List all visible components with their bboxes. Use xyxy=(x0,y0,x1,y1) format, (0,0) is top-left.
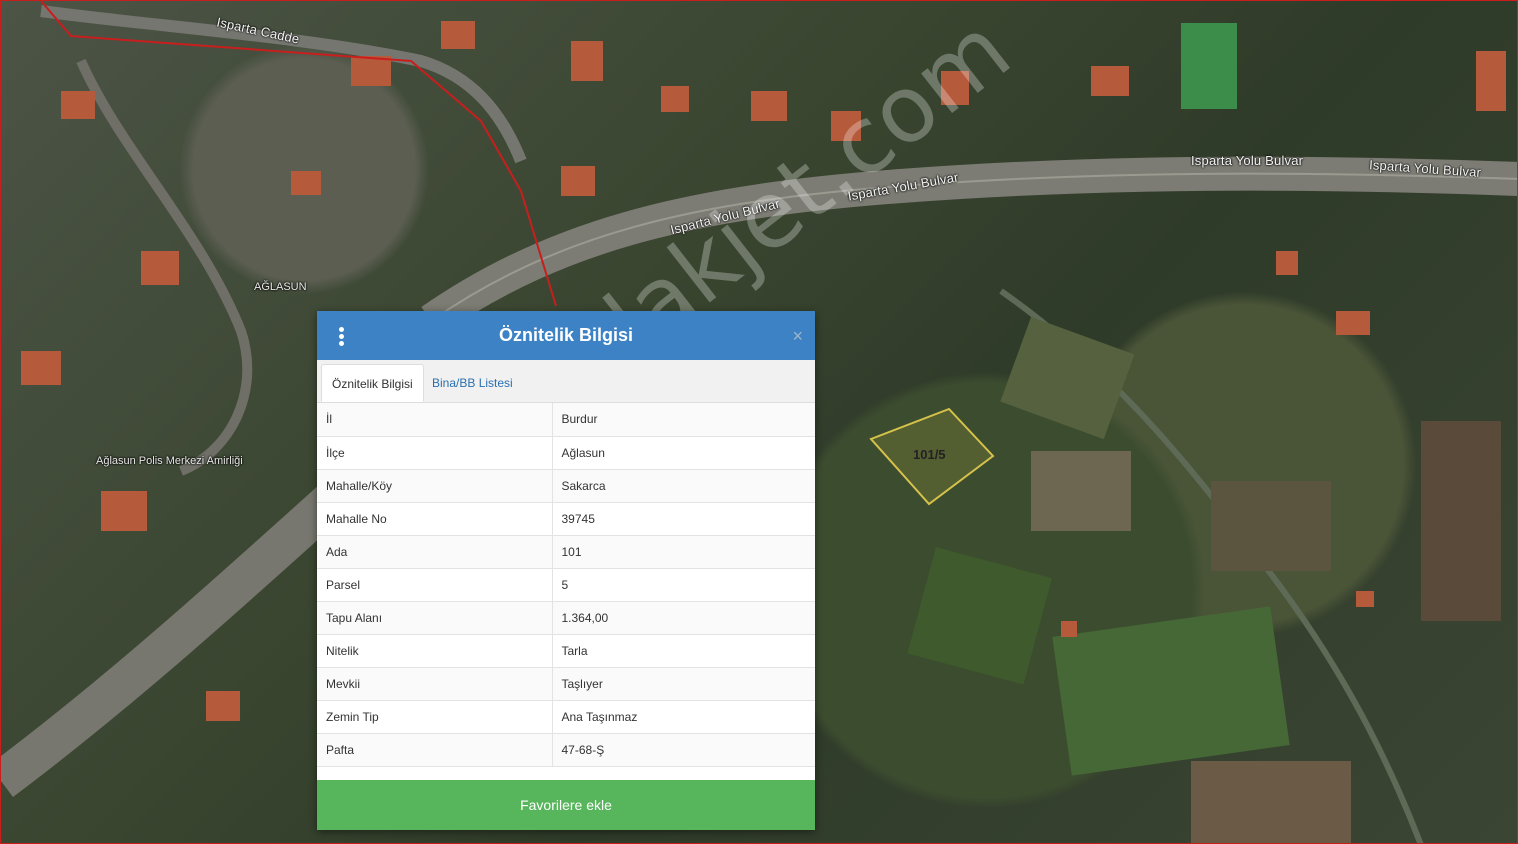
close-icon[interactable]: × xyxy=(792,327,803,345)
row-value: 101 xyxy=(552,535,815,569)
row-value: Taşlıyer xyxy=(552,667,815,701)
building xyxy=(831,111,861,141)
popup-title: Öznitelik Bilgisi xyxy=(498,325,634,345)
building xyxy=(61,91,95,119)
table-row: Pafta 47-68-Ş xyxy=(317,733,815,767)
table-row: Parsel 5 xyxy=(317,568,815,602)
row-value: 5 xyxy=(552,568,815,602)
row-key: İlçe xyxy=(317,436,553,470)
building xyxy=(1336,311,1370,335)
row-value: Ağlasun xyxy=(552,436,815,470)
building xyxy=(206,691,240,721)
field xyxy=(1421,421,1501,621)
sports-field xyxy=(1181,23,1237,109)
building xyxy=(941,71,969,105)
table-row: Nitelik Tarla xyxy=(317,634,815,668)
table-row: Tapu Alanı 1.364,00 xyxy=(317,601,815,635)
field xyxy=(1191,761,1351,843)
place-label-police: Ağlasun Polis Merkezi Amirliği xyxy=(96,455,243,467)
building xyxy=(21,351,61,385)
row-value: Ana Taşınmaz xyxy=(552,700,815,734)
road-southwest-highway xyxy=(1,486,345,797)
field xyxy=(1211,481,1331,571)
field xyxy=(1000,316,1135,440)
popup-header: Öznitelik Bilgisi × xyxy=(317,311,815,360)
building xyxy=(1356,591,1374,607)
road-label: Isparta Yolu Bulvar xyxy=(1191,153,1304,168)
building xyxy=(751,91,787,121)
table-row: Ada 101 xyxy=(317,535,815,569)
field xyxy=(1031,451,1131,531)
table-row: İlçe Ağlasun xyxy=(317,436,815,470)
tab-building-list[interactable]: Bina/BB Listesi xyxy=(422,364,523,402)
row-value: Burdur xyxy=(552,403,815,437)
building xyxy=(561,166,595,196)
add-to-favorites-button[interactable]: Favorilere ekle xyxy=(317,780,815,830)
tab-attribute-info[interactable]: Öznitelik Bilgisi xyxy=(321,364,424,402)
popup-tabs: Öznitelik Bilgisi Bina/BB Listesi xyxy=(317,360,815,403)
row-key: Mahalle/Köy xyxy=(317,469,553,503)
place-label-town: AĞLASUN xyxy=(254,281,307,293)
parcel-label[interactable]: 101/5 xyxy=(913,447,946,462)
building xyxy=(571,41,603,81)
field xyxy=(907,547,1052,685)
building xyxy=(661,86,689,112)
row-key: Nitelik xyxy=(317,634,553,668)
row-value: Sakarca xyxy=(552,469,815,503)
row-value: 39745 xyxy=(552,502,815,536)
attribute-info-popup: Öznitelik Bilgisi × Öznitelik Bilgisi Bi… xyxy=(317,311,815,830)
row-key: Zemin Tip xyxy=(317,700,553,734)
table-row: İl Burdur xyxy=(317,403,815,437)
row-key: Mevkii xyxy=(317,667,553,701)
table-row: Mahalle/Köy Sakarca xyxy=(317,469,815,503)
attribute-table: İl Burdur İlçe Ağlasun Mahalle/Köy Sakarca … xyxy=(317,403,815,767)
building xyxy=(141,251,179,285)
building xyxy=(1061,621,1077,637)
row-value: Tarla xyxy=(552,634,815,668)
building xyxy=(1276,251,1298,275)
row-value: 1.364,00 xyxy=(552,601,815,635)
row-key: Ada xyxy=(317,535,553,569)
building xyxy=(101,491,147,531)
row-key: Parsel xyxy=(317,568,553,602)
table-row: Zemin Tip Ana Taşınmaz xyxy=(317,700,815,734)
building xyxy=(441,21,475,49)
table-row: Mahalle No 39745 xyxy=(317,502,815,536)
row-value: 47-68-Ş xyxy=(552,733,815,767)
row-key: Tapu Alanı xyxy=(317,601,553,635)
row-key: Pafta xyxy=(317,733,553,767)
building xyxy=(351,56,391,86)
building xyxy=(1091,66,1129,96)
row-key: İl xyxy=(317,403,553,437)
field xyxy=(1052,606,1290,776)
row-key: Mahalle No xyxy=(317,502,553,536)
table-row: Mevkii Taşlıyer xyxy=(317,667,815,701)
building xyxy=(291,171,321,195)
building xyxy=(1476,51,1506,111)
